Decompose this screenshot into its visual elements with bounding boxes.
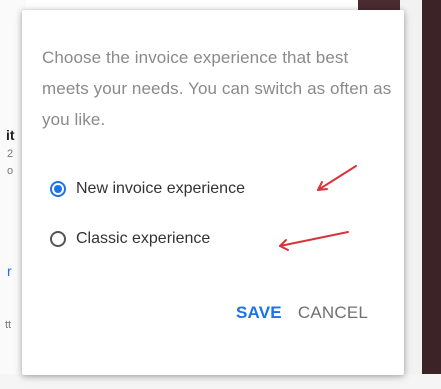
invoice-experience-dialog: Choose the invoice experience that best …	[22, 10, 404, 375]
radio-unchecked-icon[interactable]	[50, 231, 66, 247]
option-label: New invoice experience	[76, 180, 245, 197]
cancel-button[interactable]: CANCEL	[294, 299, 372, 327]
background-text-fragment: tt	[5, 319, 12, 331]
option-classic-experience[interactable]: Classic experience	[50, 230, 210, 248]
option-label: Classic experience	[76, 230, 211, 247]
annotation-arrow-icon	[317, 165, 357, 191]
background-bottom-strip	[0, 374, 441, 389]
background-dark-edge	[422, 0, 441, 389]
dialog-description: Choose the invoice experience that best …	[42, 48, 392, 129]
dialog-actions: SAVE CANCEL	[232, 299, 372, 327]
background-text-fragment: it	[6, 127, 15, 143]
option-new-invoice-experience[interactable]: New invoice experience	[50, 180, 245, 198]
annotation-arrow-icon	[279, 231, 349, 251]
background-text-fragment: 2	[7, 148, 14, 160]
save-button[interactable]: SAVE	[232, 299, 286, 327]
background-link-fragment: r	[7, 263, 12, 279]
background-text-fragment: o	[7, 165, 14, 177]
radio-checked-icon[interactable]	[50, 181, 66, 197]
